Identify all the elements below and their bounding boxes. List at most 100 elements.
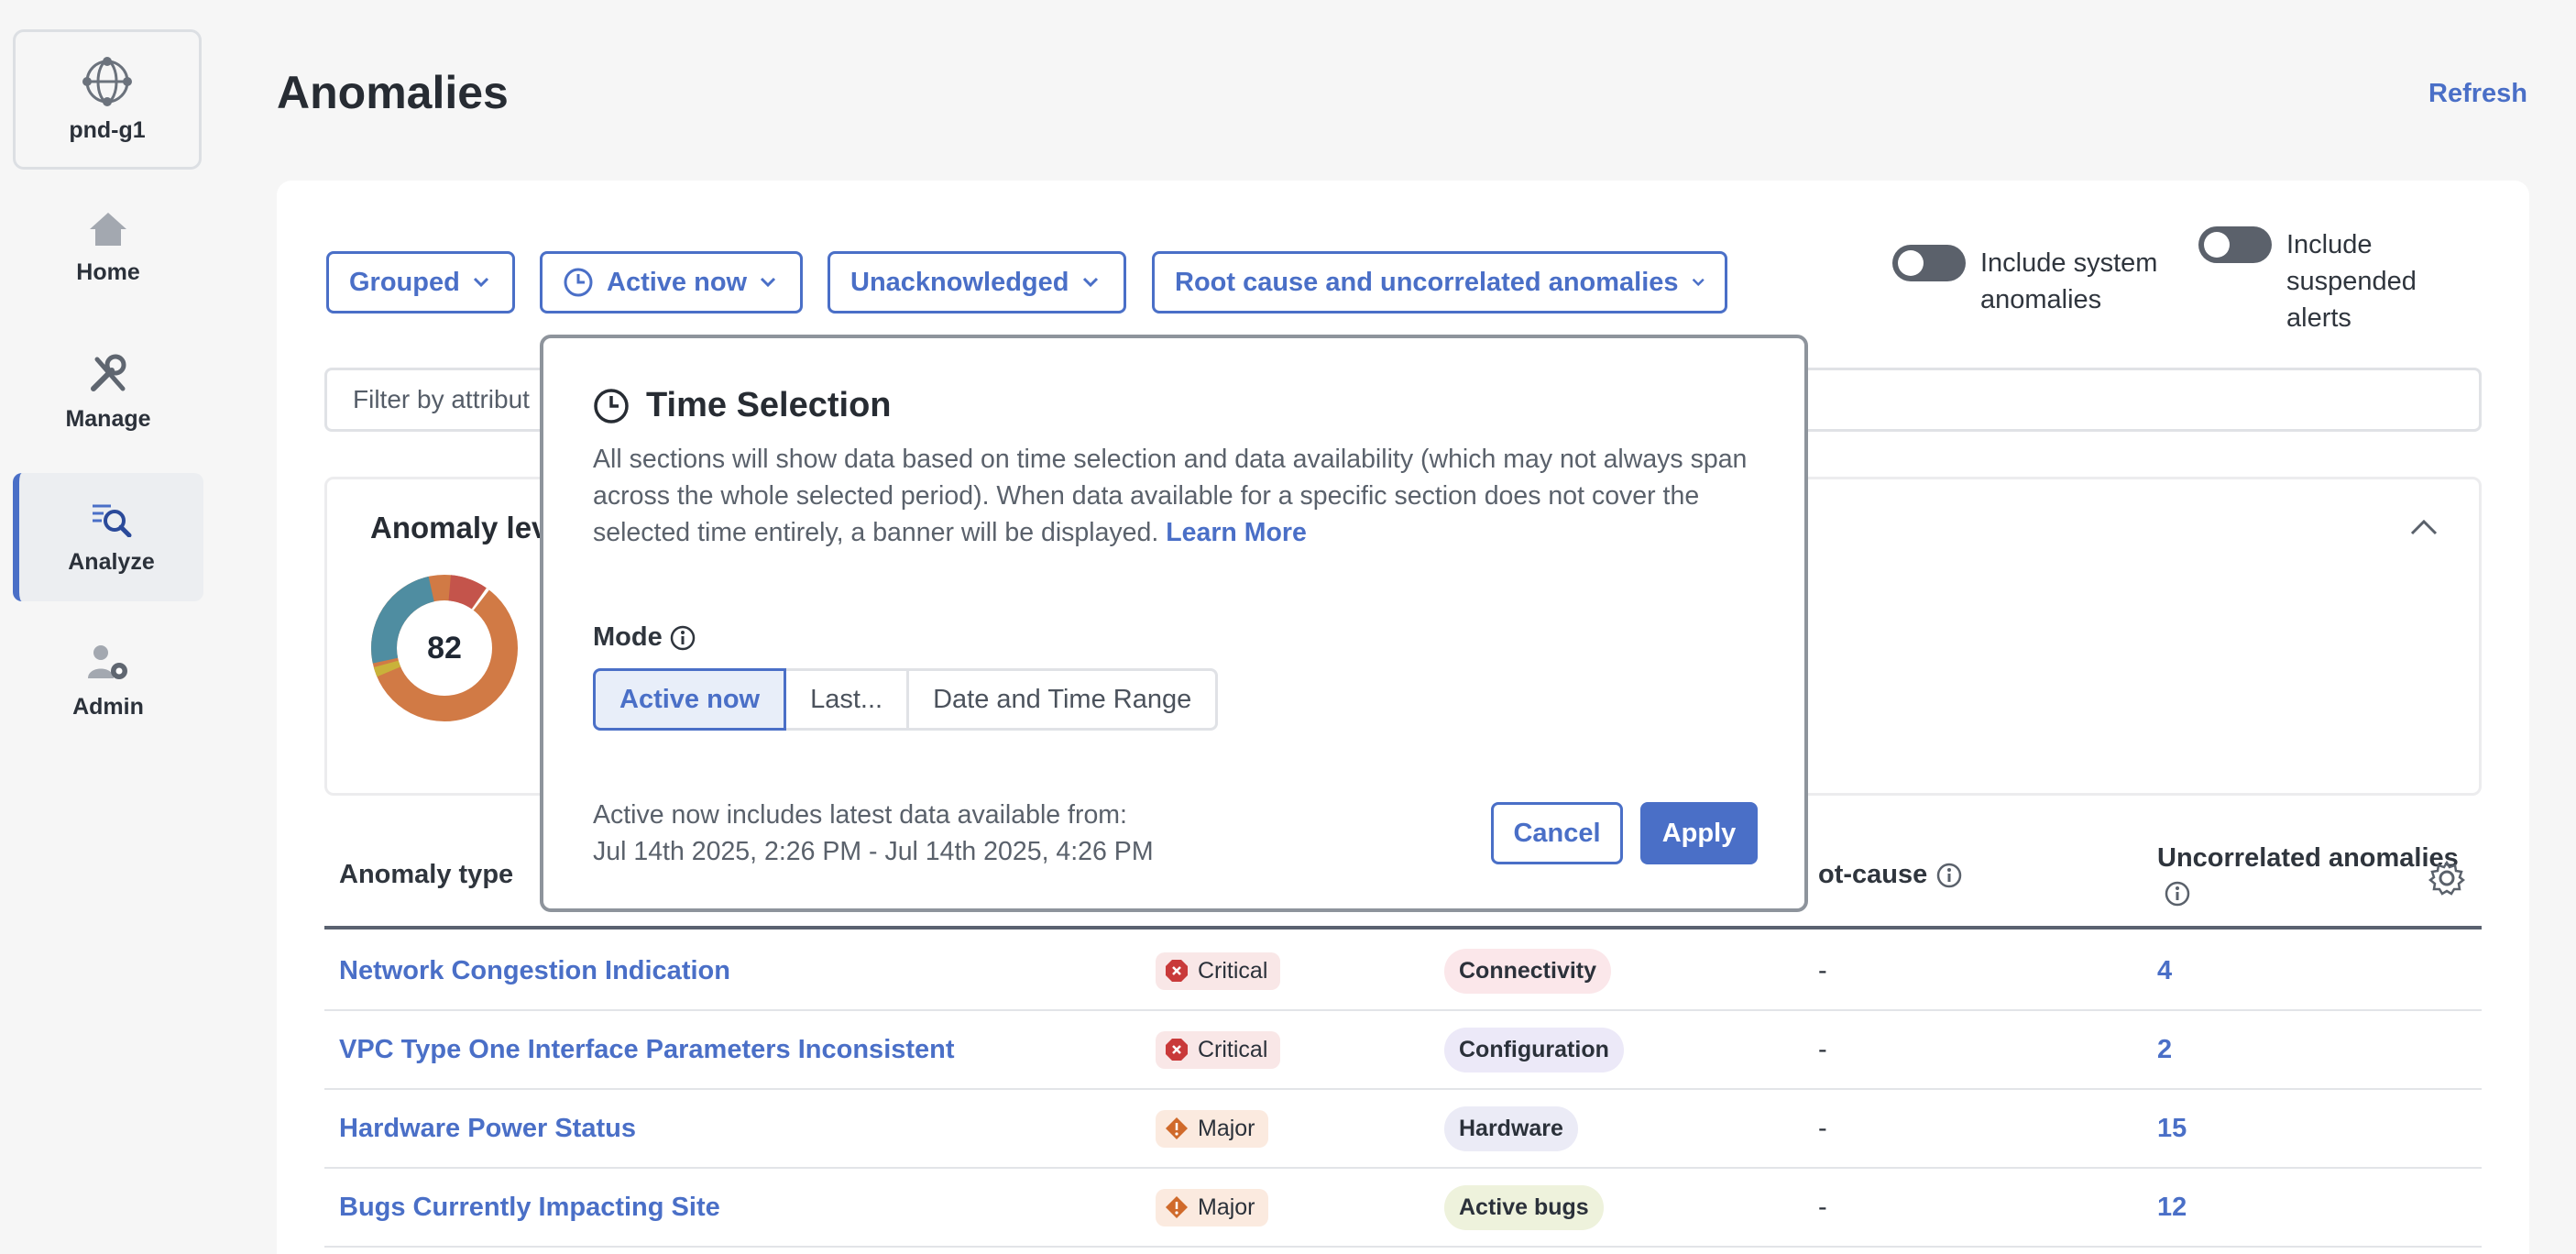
table-row[interactable]: VPC Type One Interface Parameters Incons… — [324, 1011, 2482, 1090]
sidebar: pnd-g1 Home Manage Analyze Admin — [0, 0, 214, 1254]
scope-label: Root cause and uncorrelated anomalies — [1175, 267, 1679, 297]
chevron-down-icon — [1082, 277, 1098, 288]
chevron-down-icon — [473, 277, 488, 288]
major-warning-icon — [1166, 1196, 1188, 1218]
time-selection-popover: Time Selection All sections will show da… — [540, 335, 1808, 912]
uncorrelated-count-link[interactable]: 15 — [2157, 1090, 2187, 1167]
column-anomaly-type[interactable]: Anomaly type — [339, 860, 513, 890]
include-system-toggle[interactable] — [1892, 245, 1966, 281]
major-warning-icon — [1166, 1117, 1188, 1139]
severity-label: Critical — [1198, 1036, 1268, 1062]
scope-dropdown[interactable]: Root cause and uncorrelated anomalies — [1152, 251, 1727, 314]
category-cell: Active bugs — [1444, 1169, 1604, 1246]
time-selection-description: All sections will show data based on tim… — [593, 441, 1775, 551]
include-suspended-label: Include suspended alerts — [2286, 230, 2417, 333]
root-cause-value: - — [1818, 1192, 1827, 1222]
chevron-up-icon[interactable] — [2409, 518, 2439, 536]
severity-label: Major — [1198, 1115, 1255, 1141]
uncorrelated-count-link[interactable]: 12 — [2157, 1169, 2187, 1246]
anomaly-total-count: 82 — [427, 631, 462, 666]
active-now-note: Active now includes latest data availabl… — [593, 797, 1154, 870]
category-tag: Hardware — [1444, 1106, 1578, 1151]
settings-gear-icon[interactable] — [2428, 860, 2465, 896]
column-root-cause-label: ot-cause — [1818, 860, 1928, 889]
site-name: pnd-g1 — [69, 117, 146, 143]
root-cause-value: - — [1818, 1113, 1827, 1143]
table-row[interactable]: Bugs Currently Impacting Site Major Acti… — [324, 1169, 2482, 1248]
globe-network-icon — [82, 57, 132, 106]
mode-active-now[interactable]: Active now — [593, 668, 787, 731]
critical-icon — [1166, 1039, 1188, 1061]
uncorrelated-count-link[interactable]: 2 — [2157, 1011, 2172, 1088]
anomaly-type-link[interactable]: VPC Type One Interface Parameters Incons… — [339, 1011, 955, 1088]
root-cause-value: - — [1818, 1034, 1827, 1064]
acknowledgement-dropdown[interactable]: Unacknowledged — [828, 251, 1126, 314]
nav-manage[interactable]: Manage — [13, 326, 203, 455]
mode-last[interactable]: Last... — [786, 668, 910, 731]
chevron-down-icon — [1692, 278, 1705, 287]
refresh-link[interactable]: Refresh — [2428, 79, 2527, 109]
nav-home-label: Home — [76, 259, 140, 285]
chevron-down-icon — [761, 277, 776, 288]
column-root-cause[interactable]: ot-cause — [1818, 860, 1962, 890]
admin-user-gear-icon — [88, 645, 127, 679]
mode-segmented-control: Active now Last... Date and Time Range — [593, 668, 1219, 731]
severity-cell: Critical — [1156, 1011, 1281, 1088]
category-cell: Connectivity — [1444, 932, 1612, 1009]
category-tag: Active bugs — [1444, 1184, 1604, 1230]
acknowledgement-label: Unacknowledged — [850, 267, 1069, 297]
severity-cell: Major — [1156, 1090, 1268, 1167]
nav-admin[interactable]: Admin — [13, 616, 203, 744]
category-tag: Configuration — [1444, 1027, 1624, 1072]
grouped-dropdown[interactable]: Grouped — [326, 251, 515, 314]
time-selection-dropdown[interactable]: Active now — [540, 251, 803, 314]
info-icon — [670, 625, 695, 650]
clock-icon — [594, 388, 629, 424]
anomaly-type-link[interactable]: Bugs Currently Impacting Site — [339, 1169, 720, 1246]
severity-cell: Major — [1156, 1169, 1268, 1246]
home-icon — [90, 213, 126, 246]
clock-icon — [564, 268, 593, 297]
anomaly-type-link[interactable]: Network Congestion Indication — [339, 932, 730, 1009]
info-icon — [1937, 863, 1962, 887]
mode-date-time-range[interactable]: Date and Time Range — [909, 668, 1219, 731]
category-cell: Configuration — [1444, 1011, 1624, 1088]
learn-more-link[interactable]: Learn More — [1166, 518, 1307, 547]
time-selection-title-text: Time Selection — [646, 386, 892, 424]
critical-icon — [1166, 960, 1188, 982]
nav-manage-label: Manage — [65, 406, 151, 432]
table-row[interactable]: Hardware Power Status Major Hardware - 1… — [324, 1090, 2482, 1169]
search-list-icon — [92, 504, 131, 538]
info-icon — [2165, 881, 2190, 907]
nav-analyze-label: Analyze — [68, 549, 155, 575]
mode-label-text: Mode — [593, 622, 663, 652]
root-cause-value: - — [1818, 955, 1827, 985]
severity-badge: Critical — [1156, 952, 1281, 990]
include-system-label: Include system anomalies — [1980, 248, 2158, 314]
column-uncorrelated-label: Uncorrelated anomalies — [2157, 843, 2459, 873]
category-tag: Connectivity — [1444, 948, 1612, 994]
time-selection-label: Active now — [607, 267, 748, 297]
apply-button[interactable]: Apply — [1640, 802, 1758, 864]
page-title: Anomalies — [277, 67, 509, 118]
mode-label: Mode — [593, 622, 696, 653]
tools-icon — [91, 354, 126, 391]
anomaly-type-link[interactable]: Hardware Power Status — [339, 1090, 636, 1167]
anomaly-level-title: Anomaly lev — [370, 511, 549, 544]
time-selection-title: Time Selection — [593, 386, 892, 425]
nav-home[interactable]: Home — [13, 183, 203, 312]
severity-label: Critical — [1198, 957, 1268, 984]
note-line-1: Active now includes latest data availabl… — [593, 800, 1127, 830]
column-uncorrelated[interactable]: Uncorrelated anomalies — [2157, 843, 2459, 914]
include-suspended-toggle[interactable] — [2198, 226, 2272, 263]
table-row[interactable]: Network Congestion Indication Critical C… — [324, 932, 2482, 1011]
severity-badge: Critical — [1156, 1030, 1281, 1069]
site-selector[interactable]: pnd-g1 — [13, 29, 202, 170]
nav-analyze[interactable]: Analyze — [13, 473, 203, 601]
cancel-button[interactable]: Cancel — [1491, 802, 1623, 864]
severity-badge: Major — [1156, 1109, 1268, 1148]
uncorrelated-count-link[interactable]: 4 — [2157, 932, 2172, 1009]
severity-label: Major — [1198, 1194, 1255, 1220]
category-cell: Hardware — [1444, 1090, 1578, 1167]
severity-badge: Major — [1156, 1188, 1268, 1226]
